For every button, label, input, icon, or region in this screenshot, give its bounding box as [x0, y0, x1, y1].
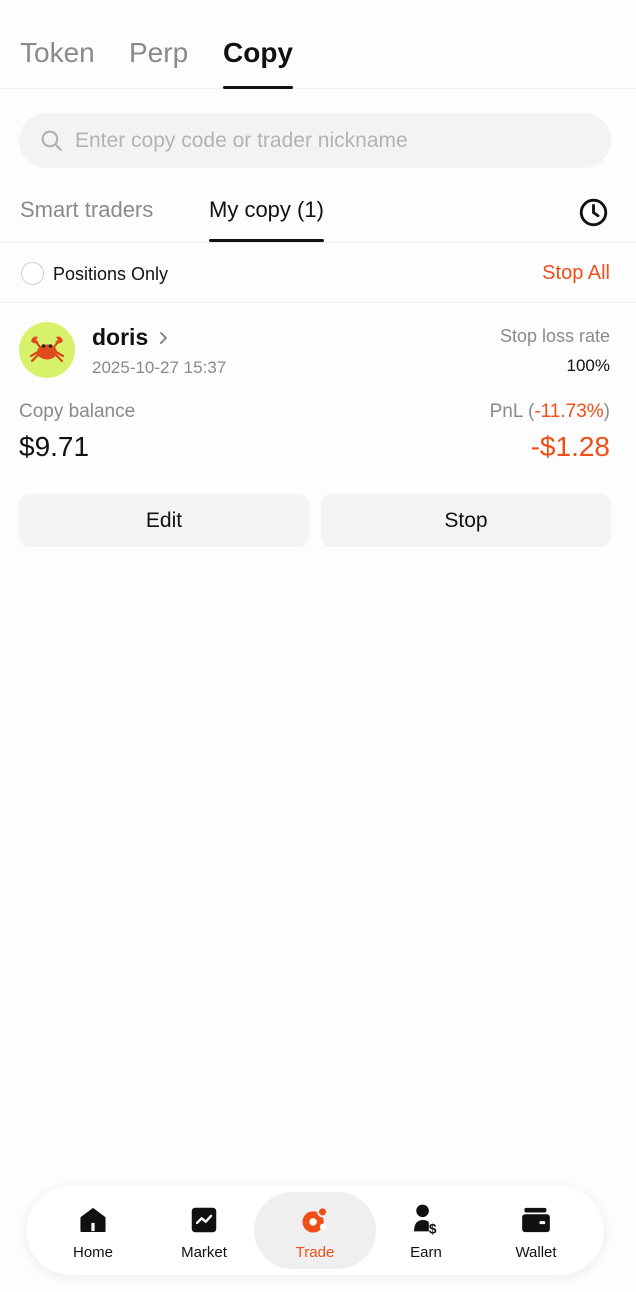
pnl-label: PnL (-11.73%): [490, 401, 610, 423]
stop-loss-value: 100%: [566, 356, 610, 375]
bottom-nav: Home Market Trade $ Earn Wallet: [26, 1186, 604, 1275]
trade-icon: [302, 1206, 328, 1233]
history-clock-icon[interactable]: [578, 197, 609, 228]
top-tabs: Token Perp Copy: [0, 0, 636, 89]
nav-wallet-label: Wallet: [515, 1244, 557, 1261]
nav-wallet[interactable]: Wallet: [481, 1186, 591, 1275]
home-icon: [80, 1208, 106, 1232]
positions-only-radio[interactable]: [21, 262, 44, 285]
search-bar: [19, 113, 611, 168]
svg-text:$: $: [429, 1222, 437, 1236]
copy-start-date: 2025-10-27 15:37: [92, 358, 227, 377]
tab-token[interactable]: Token: [20, 36, 95, 70]
search-input[interactable]: [75, 113, 595, 168]
nav-market-label: Market: [181, 1244, 227, 1261]
positions-only-label: Positions Only: [53, 264, 169, 284]
copy-balance-value: $9.71: [19, 431, 90, 462]
stop-loss-label: Stop loss rate: [499, 326, 610, 346]
edit-button[interactable]: Edit: [19, 494, 309, 547]
pnl-label-suffix: ): [603, 401, 610, 422]
chevron-right-icon[interactable]: [158, 330, 170, 346]
pnl-value: -$1.28: [530, 431, 610, 462]
sub-tabs: Smart traders My copy (1): [0, 185, 636, 243]
nav-earn[interactable]: $ Earn: [371, 1186, 481, 1275]
nav-trade[interactable]: Trade: [254, 1192, 376, 1269]
earn-icon: $: [414, 1204, 437, 1236]
pnl-label-prefix: PnL (: [489, 401, 535, 422]
pnl-percent: -11.73%: [534, 401, 604, 422]
avatar[interactable]: [19, 322, 75, 378]
nav-home[interactable]: Home: [38, 1186, 148, 1275]
copy-card: doris 2025-10-27 15:37 Stop loss rate 10…: [0, 304, 636, 564]
nav-market[interactable]: Market: [149, 1186, 259, 1275]
trader-name[interactable]: doris: [92, 324, 148, 351]
tab-my-copy[interactable]: My copy (1): [209, 197, 324, 242]
wallet-icon: [522, 1207, 550, 1233]
search-icon: [41, 130, 62, 151]
tab-smart-traders[interactable]: Smart traders: [20, 197, 153, 223]
market-icon: [191, 1207, 217, 1233]
tab-copy[interactable]: Copy: [223, 36, 293, 89]
nav-trade-label: Trade: [295, 1244, 335, 1261]
filter-row: Positions Only Stop All: [0, 244, 636, 303]
crab-icon: [29, 336, 65, 363]
stop-button[interactable]: Stop: [321, 494, 611, 547]
copy-balance-label: Copy balance: [19, 401, 136, 422]
stop-all-button[interactable]: Stop All: [542, 262, 610, 285]
tab-perp[interactable]: Perp: [129, 36, 188, 70]
nav-home-label: Home: [72, 1244, 113, 1261]
nav-earn-label: Earn: [410, 1244, 442, 1261]
